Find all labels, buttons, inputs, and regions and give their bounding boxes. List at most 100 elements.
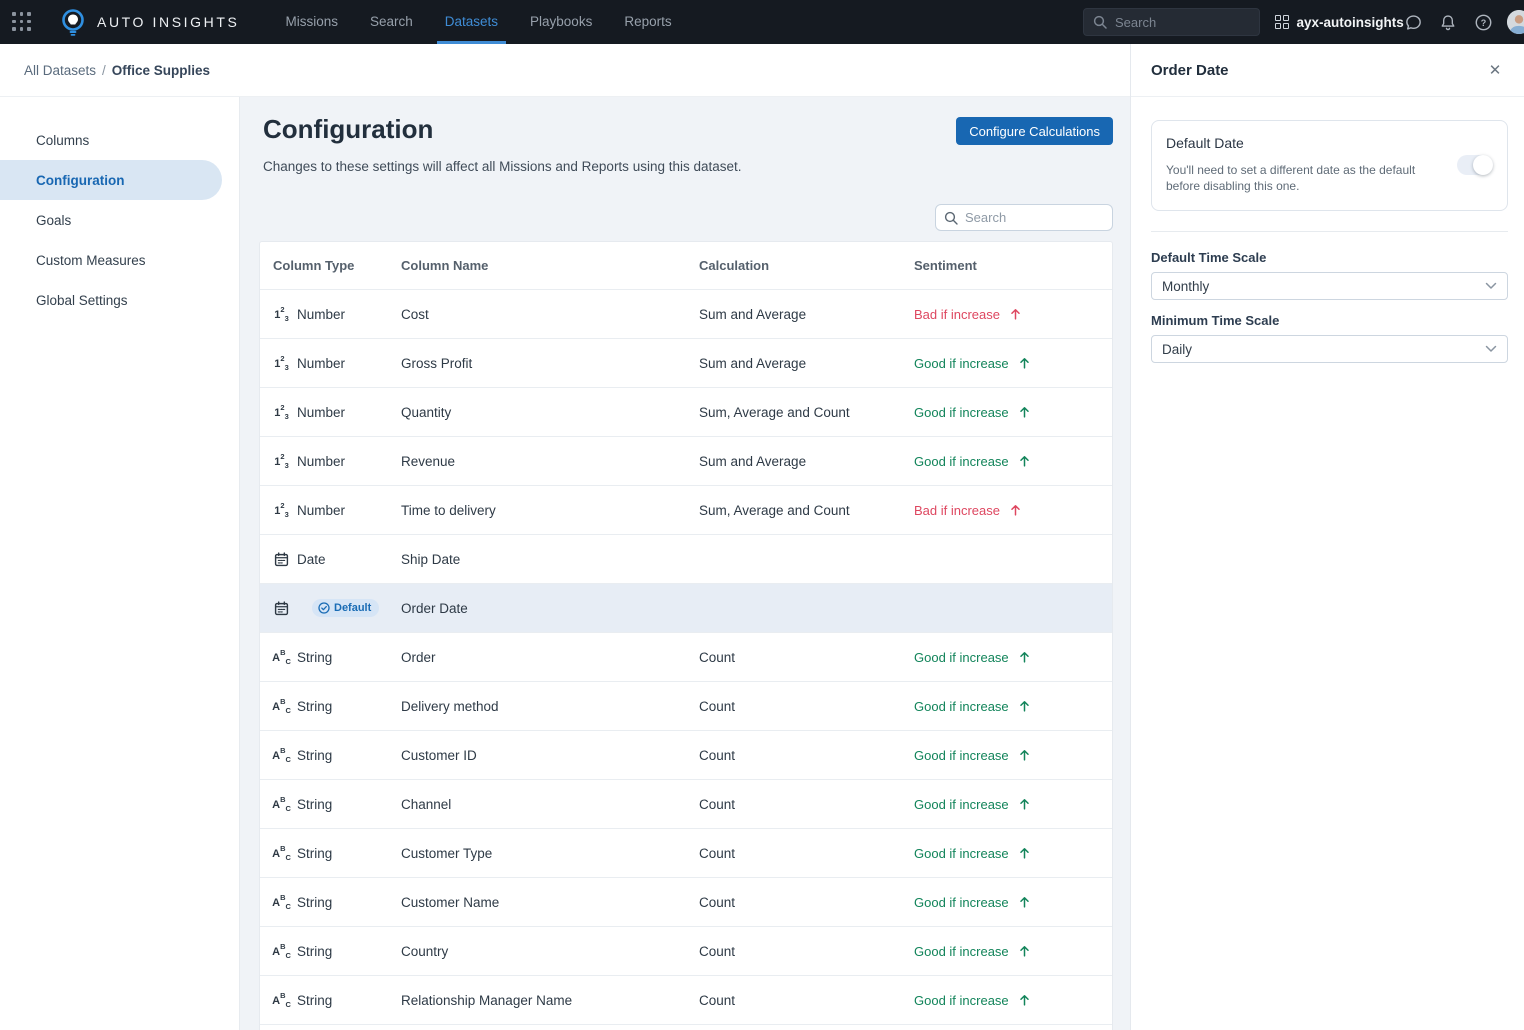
- column-type-label: String: [297, 699, 332, 714]
- up-arrow-icon: [1009, 503, 1022, 517]
- breadcrumb-all-datasets[interactable]: All Datasets: [24, 63, 96, 78]
- table-row[interactable]: ABCStringCustomer NameCountGood if incre…: [260, 877, 1112, 926]
- minimum-time-scale-select[interactable]: Daily: [1151, 335, 1508, 363]
- primary-nav: MissionsSearchDatasetsPlaybooksReports: [269, 0, 687, 44]
- up-arrow-icon: [1009, 307, 1022, 321]
- notifications-bell-icon[interactable]: [1437, 11, 1459, 33]
- table-row-partial: [260, 1024, 1112, 1030]
- sentiment-value[interactable]: Good if increase: [914, 748, 1031, 763]
- column-name-cell: Order Date: [401, 601, 699, 616]
- nav-item-playbooks[interactable]: Playbooks: [514, 0, 608, 44]
- column-name-cell: Customer Name: [401, 895, 699, 910]
- minimum-time-scale-label: Minimum Time Scale: [1151, 313, 1508, 328]
- search-icon: [1093, 15, 1107, 29]
- column-type-label: Number: [297, 454, 345, 469]
- table-row[interactable]: ABCStringDelivery methodCountGood if inc…: [260, 681, 1112, 730]
- top-bar: AUTO INSIGHTS MissionsSearchDatasetsPlay…: [0, 0, 1524, 44]
- up-arrow-icon: [1018, 846, 1031, 860]
- table-body: 123NumberCostSum and AverageBad if incre…: [260, 289, 1112, 1024]
- table-row[interactable]: ABCStringRelationship Manager NameCountG…: [260, 975, 1112, 1024]
- string-type-icon: ABC: [273, 697, 290, 715]
- user-avatar[interactable]: [1507, 10, 1524, 34]
- table-row[interactable]: 123NumberQuantitySum, Average and CountG…: [260, 387, 1112, 436]
- table-row[interactable]: ABCStringChannelCountGood if increase: [260, 779, 1112, 828]
- page-title: Configuration: [263, 114, 433, 145]
- sentiment-value[interactable]: Good if increase: [914, 454, 1031, 469]
- top-icon-group: ?: [1402, 0, 1524, 44]
- breadcrumb-current: Office Supplies: [112, 63, 210, 78]
- table-row[interactable]: ABCStringOrderCountGood if increase: [260, 632, 1112, 681]
- table-row[interactable]: 123 Number RevenueSum and AverageGood if i…: [260, 436, 1112, 485]
- table-row[interactable]: 123NumberGross ProfitSum and AverageGood…: [260, 338, 1112, 387]
- column-type-label: String: [297, 748, 332, 763]
- global-search-input[interactable]: [1115, 15, 1245, 30]
- sentiment-value[interactable]: Good if increase: [914, 846, 1031, 861]
- column-type-label: String: [297, 895, 332, 910]
- workspace-switcher[interactable]: ayx-autoinsights: [1275, 0, 1404, 44]
- column-name-cell: Revenue: [401, 454, 699, 469]
- calculation-cell: Sum and Average: [699, 454, 914, 469]
- sidebar-item-custom-measures[interactable]: Custom Measures: [0, 240, 222, 280]
- column-type-label: Number: [297, 503, 345, 518]
- table-row[interactable]: Default Order Date: [260, 583, 1112, 632]
- string-type-icon: ABC: [273, 648, 290, 666]
- string-type-icon: ABC: [273, 893, 290, 911]
- nav-item-search[interactable]: Search: [354, 0, 429, 44]
- header-sentiment: Sentiment: [914, 258, 1112, 273]
- breadcrumb: All Datasets / Office Supplies: [0, 44, 1130, 97]
- auto-insights-logo-icon[interactable]: [60, 8, 86, 36]
- nav-item-reports[interactable]: Reports: [608, 0, 687, 44]
- default-badge: Default: [312, 599, 379, 617]
- up-arrow-icon: [1018, 895, 1031, 909]
- string-type-icon: ABC: [273, 991, 290, 1009]
- sentiment-value[interactable]: Good if increase: [914, 405, 1031, 420]
- column-type-label: Number: [297, 405, 345, 420]
- sidebar-item-goals[interactable]: Goals: [0, 200, 222, 240]
- column-name-cell: Country: [401, 944, 699, 959]
- sidebar-item-configuration[interactable]: Configuration: [0, 160, 222, 200]
- table-row[interactable]: ABCStringCustomer TypeCountGood if incre…: [260, 828, 1112, 877]
- up-arrow-icon: [1018, 356, 1031, 370]
- calculation-cell: Count: [699, 748, 914, 763]
- configure-calculations-button[interactable]: Configure Calculations: [956, 117, 1113, 145]
- table-row[interactable]: ABCStringCountryCountGood if increase: [260, 926, 1112, 975]
- column-type-label: String: [297, 846, 332, 861]
- sentiment-value[interactable]: Good if increase: [914, 650, 1031, 665]
- default-time-scale-value: Monthly: [1162, 279, 1209, 294]
- table-row[interactable]: ABCStringCustomer IDCountGood if increas…: [260, 730, 1112, 779]
- table-row[interactable]: 123NumberTime to deliverySum, Average an…: [260, 485, 1112, 534]
- table-search[interactable]: [935, 204, 1113, 231]
- sentiment-value[interactable]: Good if increase: [914, 699, 1031, 714]
- sentiment-value[interactable]: Good if increase: [914, 895, 1031, 910]
- up-arrow-icon: [1018, 454, 1031, 468]
- table-row[interactable]: DateShip Date: [260, 534, 1112, 583]
- sidebar-item-global-settings[interactable]: Global Settings: [0, 280, 222, 320]
- sentiment-value[interactable]: Good if increase: [914, 993, 1031, 1008]
- default-date-toggle[interactable]: [1457, 155, 1493, 175]
- app-window: AUTO INSIGHTS MissionsSearchDatasetsPlay…: [0, 0, 1524, 1030]
- nav-item-datasets[interactable]: Datasets: [429, 0, 514, 44]
- sentiment-value[interactable]: Good if increase: [914, 356, 1031, 371]
- global-search[interactable]: [1083, 8, 1260, 36]
- default-date-description: You'll need to set a different date as t…: [1166, 162, 1416, 194]
- column-type-label: Number: [297, 356, 345, 371]
- column-type-label: Date: [297, 552, 326, 567]
- calculation-cell: Sum, Average and Count: [699, 405, 914, 420]
- sentiment-value[interactable]: Good if increase: [914, 944, 1031, 959]
- sidebar-item-columns[interactable]: Columns: [0, 120, 222, 160]
- up-arrow-icon: [1018, 944, 1031, 958]
- nav-item-missions[interactable]: Missions: [269, 0, 354, 44]
- table-row[interactable]: 123NumberCostSum and AverageBad if incre…: [260, 289, 1112, 338]
- number-type-icon: 123: [273, 452, 290, 470]
- sentiment-value[interactable]: Good if increase: [914, 797, 1031, 812]
- close-icon[interactable]: ✕: [1484, 59, 1506, 81]
- app-launcher-icon[interactable]: [12, 12, 32, 32]
- sentiment-value[interactable]: Bad if increase: [914, 307, 1022, 322]
- default-time-scale-select[interactable]: Monthly: [1151, 272, 1508, 300]
- sentiment-value[interactable]: Bad if increase: [914, 503, 1022, 518]
- table-search-input[interactable]: [965, 210, 1095, 225]
- chat-icon[interactable]: [1402, 11, 1424, 33]
- column-name-cell: Customer ID: [401, 748, 699, 763]
- page-subtitle: Changes to these settings will affect al…: [263, 159, 1113, 174]
- help-icon[interactable]: ?: [1472, 11, 1494, 33]
